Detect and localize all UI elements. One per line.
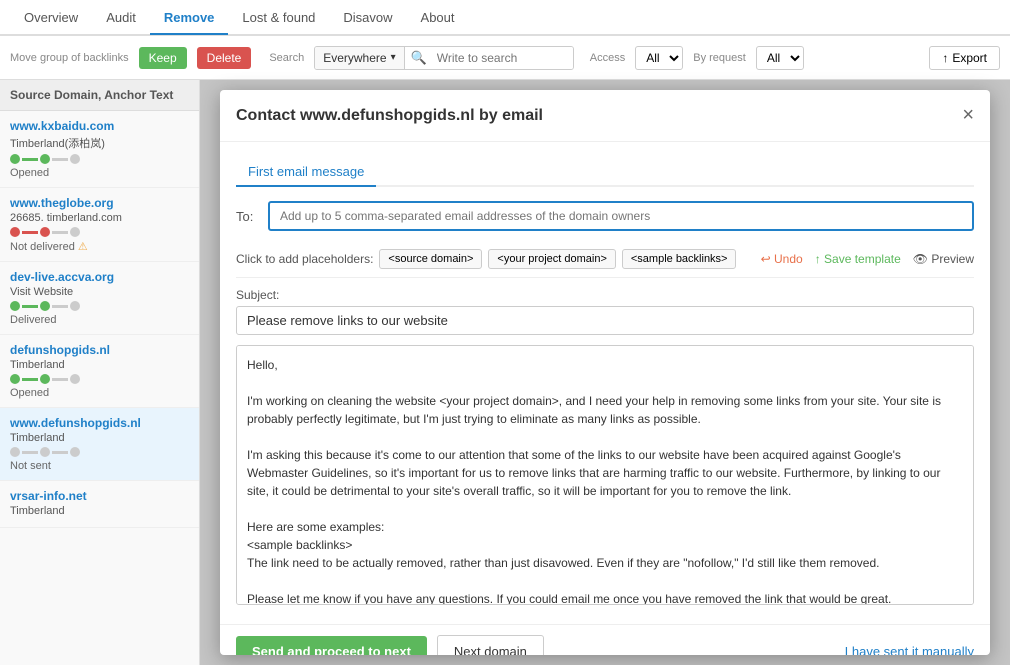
search-icon: 🔍 [405,50,433,66]
status-text: Delivered [10,314,189,326]
placeholders-label: Click to add placeholders: [236,252,373,266]
by-request-select[interactable]: All [756,46,804,70]
to-label: To: [236,209,260,224]
by-request-label: By request [693,52,746,64]
status-visual [10,227,189,237]
nav-item-audit[interactable]: Audit [92,2,150,33]
modal-title: Contact www.defunshopgids.nl by email [236,107,543,125]
preview-button[interactable]: 👁 Preview [913,252,974,266]
domain-anchor: Timberland [10,505,189,517]
modal-header: Contact www.defunshopgids.nl by email × [220,90,990,142]
email-body-textarea[interactable]: Hello, I'm working on cleaning the websi… [236,345,974,605]
nav-item-overview[interactable]: Overview [10,2,92,33]
export-icon: ↑ [942,51,948,65]
domain-name: www.defunshopgids.nl [10,416,189,430]
list-item[interactable]: dev-live.accva.org Visit Website Deliver… [0,262,199,335]
domain-anchor: Timberland [10,359,189,371]
next-domain-button[interactable]: Next domain [437,635,544,655]
placeholder-project-button[interactable]: <your project domain> [488,249,615,269]
search-input[interactable] [433,47,573,69]
domain-anchor: Timberland [10,432,189,444]
list-item[interactable]: www.theglobe.org 26685. timberland.com N… [0,188,199,262]
list-item[interactable]: defunshopgids.nl Timberland Opened [0,335,199,408]
access-label: Access [590,52,625,64]
left-panel-header: Source Domain, Anchor Text [0,80,199,111]
search-dropdown-value: Everywhere [323,51,386,65]
modal-body: First email message To: Click to add pla… [220,142,990,624]
move-group-label: Move group of backlinks [10,52,129,64]
email-tabs: First email message [236,158,974,187]
domain-name: www.theglobe.org [10,196,189,210]
modal-overlay: Contact www.defunshopgids.nl by email × … [200,80,1010,665]
chevron-down-icon: ▾ [391,52,396,63]
delete-button[interactable]: Delete [197,47,252,69]
nav-item-about[interactable]: About [407,2,469,33]
main-layout: Source Domain, Anchor Text www.kxbaidu.c… [0,80,1010,665]
status-visual [10,447,189,457]
nav-item-disavow[interactable]: Disavow [329,2,406,33]
nav-item-remove[interactable]: Remove [150,2,229,35]
modal-footer: Send and proceed to next Next domain I h… [220,624,990,655]
undo-button[interactable]: ↩ Undo [761,252,803,266]
status-text: Opened [10,167,189,179]
to-field-row: To: [236,201,974,231]
modal-close-button[interactable]: × [962,104,974,127]
subject-input[interactable] [236,306,974,335]
status-visual [10,154,189,164]
access-select[interactable]: All [635,46,683,70]
search-label: Search [269,52,304,64]
top-nav: Overview Audit Remove Lost & found Disav… [0,0,1010,36]
domain-name: dev-live.accva.org [10,270,189,284]
list-item[interactable]: vrsar-info.net Timberland [0,481,199,528]
placeholder-source-button[interactable]: <source domain> [379,249,482,269]
nav-item-lost-found[interactable]: Lost & found [228,2,329,33]
domain-name: www.kxbaidu.com [10,119,189,133]
manual-send-button[interactable]: I have sent it manually [845,644,974,655]
keep-button[interactable]: Keep [139,47,187,69]
domain-anchor: 26685. timberland.com [10,212,189,224]
search-wrapper: Everywhere ▾ 🔍 [314,46,574,70]
save-template-button[interactable]: ↑ Save template [815,252,901,266]
send-button[interactable]: Send and proceed to next [236,636,427,655]
placeholders-bar: Click to add placeholders: <source domai… [236,241,974,278]
status-text: Opened [10,387,189,399]
email-tab-first[interactable]: First email message [236,158,376,187]
warning-icon: ⚠ [78,241,88,253]
modal: Contact www.defunshopgids.nl by email × … [220,90,990,655]
placeholder-actions: ↩ Undo ↑ Save template 👁 Preview [761,252,974,266]
status-text: Not sent [10,460,189,472]
list-item[interactable]: www.kxbaidu.com Timberland(添柏岚) Opened [0,111,199,188]
export-button[interactable]: ↑ Export [929,46,1000,70]
subject-label: Subject: [236,288,974,302]
domain-name: vrsar-info.net [10,489,189,503]
list-item[interactable]: www.defunshopgids.nl Timberland Not sent [0,408,199,481]
toolbar: Move group of backlinks Keep Delete Sear… [0,36,1010,80]
placeholder-backlinks-button[interactable]: <sample backlinks> [622,249,737,269]
left-panel: Source Domain, Anchor Text www.kxbaidu.c… [0,80,200,665]
status-text: Not delivered ⚠ [10,240,189,253]
subject-row: Subject: [236,288,974,335]
search-dropdown[interactable]: Everywhere ▾ [315,47,404,69]
domain-anchor: Timberland(添柏岚) [10,135,189,151]
domain-anchor: Visit Website [10,286,189,298]
domain-name: defunshopgids.nl [10,343,189,357]
status-visual [10,374,189,384]
export-label: Export [952,51,987,65]
to-input[interactable] [268,201,974,231]
status-visual [10,301,189,311]
